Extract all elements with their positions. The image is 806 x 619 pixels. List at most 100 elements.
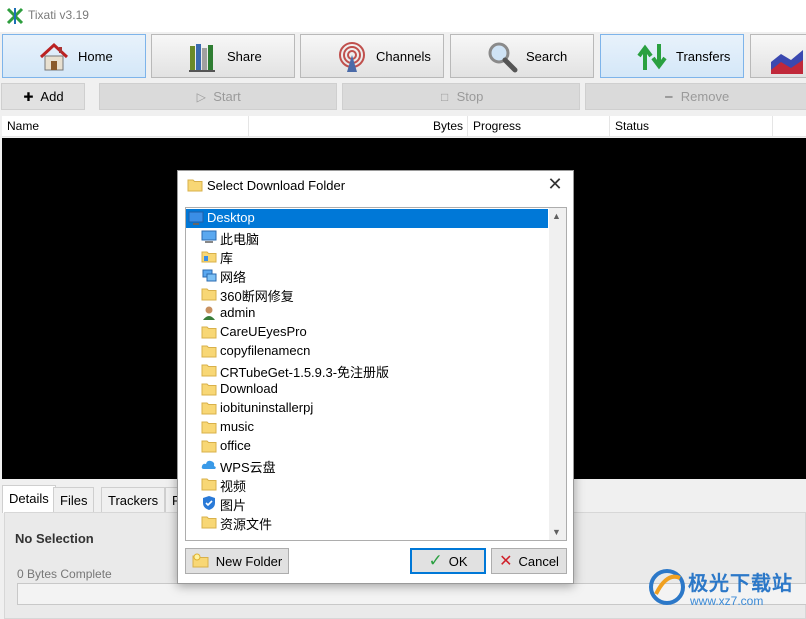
folder-tree-item[interactable]: music <box>186 418 548 437</box>
add-button[interactable]: ✚ Add <box>1 83 85 110</box>
folder-tree-item[interactable]: 库 <box>186 247 548 266</box>
main-nav: Home Share Channels Search Transfers <box>0 33 806 79</box>
column-status[interactable]: Status <box>610 116 773 137</box>
folder-tree-item[interactable]: iobituninstallerpj <box>186 399 548 418</box>
folder-tree-item-label: 网络 <box>220 270 247 285</box>
folder-icon <box>187 179 203 192</box>
close-icon[interactable]: ✕ <box>546 174 564 195</box>
folder-icon <box>201 438 217 454</box>
nav-transfers-label: Transfers <box>676 49 731 64</box>
folder-tree-item-label: copyfilenamecn <box>220 343 311 358</box>
folder-tree-item[interactable]: WPS云盘 <box>186 456 548 475</box>
nav-share-button[interactable]: Share <box>151 34 295 78</box>
tab-trackers[interactable]: Trackers <box>101 487 166 512</box>
folder-tree-item-label: Desktop <box>207 210 255 225</box>
folder-icon <box>201 362 217 378</box>
remove-label: Remove <box>680 89 730 104</box>
nav-channels-button[interactable]: Channels <box>300 34 444 78</box>
folder-tree-item-label: iobituninstallerpj <box>220 400 314 415</box>
folder-tree-item-label: CareUEyesPro <box>220 324 307 339</box>
nav-share-label: Share <box>227 49 262 64</box>
add-label: Add <box>40 89 64 104</box>
folder-tree-item-label: 视频 <box>220 479 247 494</box>
folder-tree[interactable]: Desktop 此电脑库网络 360断网修复 admin CareUEyesPro cop… <box>185 207 567 541</box>
nav-home-label: Home <box>78 49 113 64</box>
folder-tree-item-label: CRTubeGet-1.5.9.3-免注册版 <box>220 365 390 380</box>
plus-icon: ✚ <box>23 89 34 104</box>
nav-channels-label: Channels <box>376 49 431 64</box>
folder-icon <box>201 343 217 359</box>
folder-tree-item-label: 此电脑 <box>220 232 260 247</box>
play-icon: ▷ <box>196 89 206 104</box>
minus-icon: ━ <box>665 89 673 104</box>
watermark-logo-icon <box>649 569 685 605</box>
start-label: Start <box>213 89 241 104</box>
ok-label: OK <box>448 553 468 569</box>
tab-details[interactable]: Details <box>2 485 56 513</box>
stop-label: Stop <box>456 89 484 104</box>
column-bytes[interactable]: Bytes <box>249 116 468 137</box>
nav-home-button[interactable]: Home <box>2 34 146 78</box>
tree-scrollbar[interactable]: ▲ ▼ <box>549 208 566 540</box>
folder-tree-item-label: 360断网修复 <box>220 289 294 304</box>
folder-icon <box>201 324 217 340</box>
folder-icon <box>201 400 217 416</box>
folder-tree-item[interactable]: Download <box>186 380 548 399</box>
new-folder-button[interactable]: New Folder <box>185 548 289 574</box>
nav-search-button[interactable]: Search <box>450 34 594 78</box>
folder-icon <box>201 381 217 397</box>
nav-search-label: Search <box>526 49 568 64</box>
folder-tree-item[interactable]: 此电脑 <box>186 228 548 247</box>
transfer-toolbar: ✚ Add ▷ Start □ Stop ━ Remove <box>0 82 806 112</box>
folder-tree-item[interactable]: Desktop <box>186 209 548 228</box>
scroll-down-icon[interactable]: ▼ <box>552 527 561 537</box>
window-title: Tixati v3.19 <box>28 8 89 22</box>
tab-files[interactable]: Files <box>53 487 95 512</box>
stop-button[interactable]: □ Stop <box>342 83 580 110</box>
library-icon <box>201 248 217 264</box>
bytes-complete-label: 0 Bytes Complete <box>17 567 112 581</box>
ok-button[interactable]: ✓ OK <box>410 548 486 574</box>
folder-icon <box>201 476 217 492</box>
folder-icon <box>201 286 217 302</box>
folder-tree-item-label: WPS云盘 <box>220 460 276 475</box>
column-name[interactable]: Name <box>2 116 249 137</box>
nav-more-button[interactable] <box>750 34 806 78</box>
chart-icon <box>771 50 803 74</box>
nav-transfers-button[interactable]: Transfers <box>600 34 744 78</box>
folder-tree-item[interactable]: copyfilenamecn <box>186 342 548 361</box>
folder-tree-item[interactable]: office <box>186 437 548 456</box>
cancel-label: Cancel <box>518 553 559 569</box>
tixati-logo-icon <box>6 7 24 25</box>
magnifier-icon <box>488 42 518 73</box>
network-icon <box>201 267 217 283</box>
cloud-icon <box>201 457 217 473</box>
cancel-button[interactable]: ✕ Cancel <box>491 548 567 574</box>
folder-tree-item[interactable]: 视频 <box>186 475 548 494</box>
check-icon: ✓ <box>428 551 443 570</box>
folder-tree-item[interactable]: admin <box>186 304 548 323</box>
folder-tree-item[interactable]: 图片 <box>186 494 548 513</box>
folder-tree-item[interactable]: CRTubeGet-1.5.9.3-免注册版 <box>186 361 548 380</box>
no-selection-label: No Selection <box>15 531 94 546</box>
computer-icon <box>201 229 217 245</box>
transfer-list-header: Name Bytes Progress Status <box>2 116 806 137</box>
folder-tree-item[interactable]: 360断网修复 <box>186 285 548 304</box>
title-bar: Tixati v3.19 <box>0 0 806 32</box>
folder-tree-item[interactable]: 网络 <box>186 266 548 285</box>
watermark-name: 极光下载站 <box>688 573 793 595</box>
column-progress[interactable]: Progress <box>468 116 610 137</box>
user-icon <box>201 305 217 321</box>
select-folder-dialog: Select Download Folder ✕ Desktop 此电脑库网络 36… <box>177 170 574 584</box>
scroll-up-icon[interactable]: ▲ <box>552 211 561 221</box>
desktop-icon <box>188 210 204 226</box>
folder-tree-item[interactable]: CareUEyesPro <box>186 323 548 342</box>
remove-button[interactable]: ━ Remove <box>585 83 806 110</box>
folder-tree-item[interactable]: 资源文件 <box>186 513 548 532</box>
house-icon <box>39 42 69 71</box>
start-button[interactable]: ▷ Start <box>99 83 337 110</box>
watermark: 极光下载站 www.xz7.com <box>646 564 806 616</box>
folder-tree-item-label: admin <box>220 305 256 320</box>
folder-tree-item-label: 图片 <box>220 498 247 513</box>
folder-tree-item-label: 库 <box>220 251 234 266</box>
